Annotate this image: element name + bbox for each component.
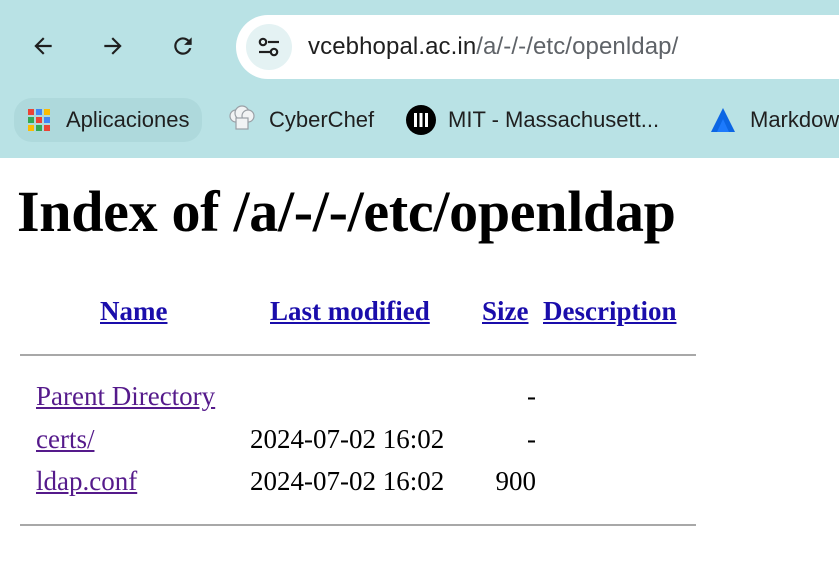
browser-toolbar: vcebhopal.ac.in/a/-/-/etc/openldap/ Apli… — [0, 0, 839, 158]
arrow-left-icon — [34, 37, 52, 55]
size-cell: - — [527, 381, 536, 411]
reload-icon — [174, 37, 192, 55]
bookmark-label: CyberChef — [269, 107, 375, 132]
file-link-certs[interactable]: certs/ — [36, 424, 94, 455]
bookmark-label: Aplicaciones — [66, 107, 190, 132]
column-header-size[interactable]: Size — [482, 296, 529, 327]
header-divider — [20, 354, 696, 356]
arrow-right-icon — [104, 37, 122, 55]
address-bar[interactable]: vcebhopal.ac.in/a/-/-/etc/openldap/ — [236, 15, 839, 79]
site-info-button[interactable] — [246, 24, 292, 70]
back-button[interactable] — [25, 28, 61, 64]
bookmark-label: MIT - Massachusett... — [448, 107, 660, 132]
size-cell: 900 — [495, 466, 537, 496]
tune-icon — [258, 37, 279, 57]
file-link-ldap-conf[interactable]: ldap.conf — [36, 466, 137, 497]
bookmark-cyberchef[interactable]: CyberChef — [227, 96, 374, 144]
url-text[interactable]: vcebhopal.ac.in/a/-/-/etc/openldap/ — [308, 33, 678, 61]
bookmark-label: Markdow — [750, 107, 839, 132]
column-header-description[interactable]: Description — [543, 296, 676, 327]
bookmark-mit[interactable]: MIT - Massachusett... — [406, 96, 659, 144]
bookmarks-bar: Aplicaciones CyberChef MIT - Massachuset… — [0, 96, 839, 144]
bookmark-apps[interactable]: Aplicaciones — [14, 98, 202, 142]
atlassian-logo-icon — [708, 105, 738, 135]
file-link-parent-directory[interactable]: Parent Directory — [36, 381, 215, 412]
apps-grid-icon — [24, 105, 54, 135]
url-path: /a/-/-/etc/openldap/ — [476, 33, 679, 60]
last-modified-cell: 2024-07-02 16:02 — [250, 424, 445, 454]
last-modified-cell: 2024-07-02 16:02 — [250, 466, 445, 496]
reload-button[interactable] — [165, 28, 201, 64]
forward-button[interactable] — [95, 28, 131, 64]
url-host: vcebhopal.ac.in — [308, 33, 477, 60]
column-header-last-modified[interactable]: Last modified — [270, 296, 430, 327]
bookmark-markdown[interactable]: Markdow — [708, 96, 839, 144]
size-cell: - — [527, 424, 536, 454]
mit-logo-icon — [406, 105, 436, 135]
page-title: Index of /a/-/-/etc/openldap — [17, 179, 676, 244]
chef-hat-icon — [227, 105, 257, 135]
footer-divider — [20, 524, 696, 526]
column-header-name[interactable]: Name — [100, 296, 167, 327]
